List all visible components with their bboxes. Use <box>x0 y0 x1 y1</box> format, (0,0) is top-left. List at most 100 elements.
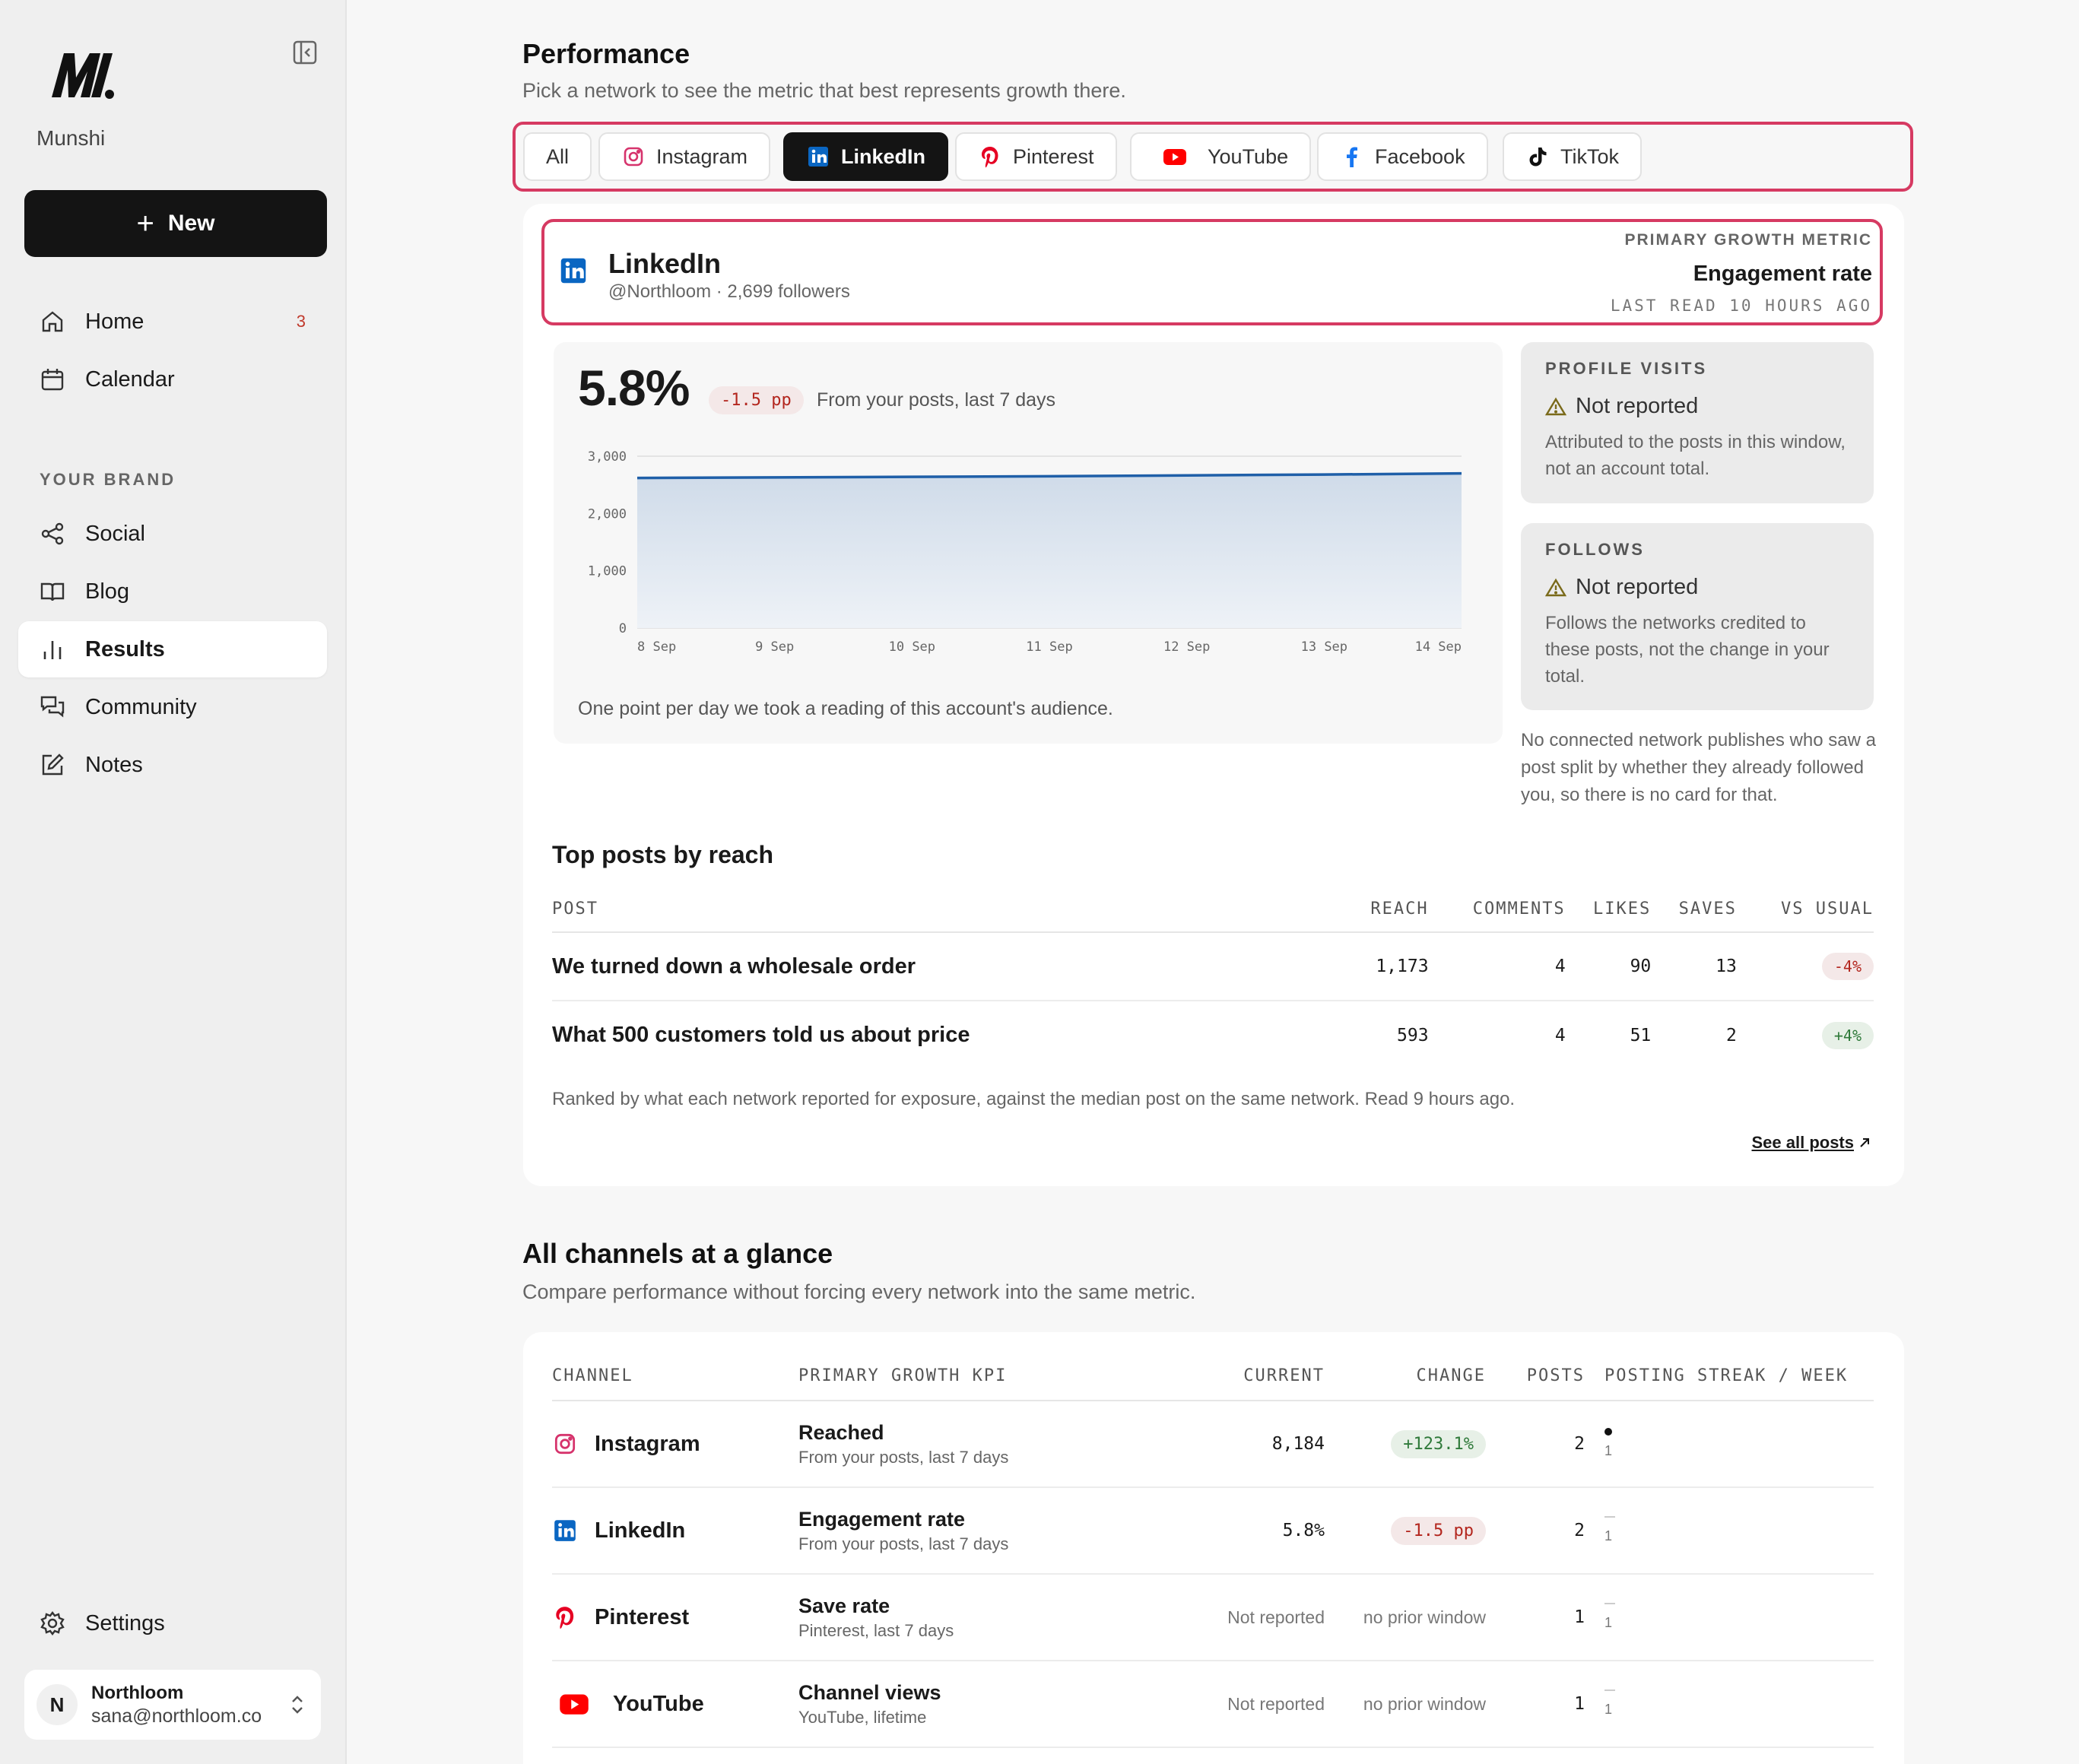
table-row[interactable]: Instagram Reached From your posts, last 7… <box>552 1401 1874 1488</box>
new-button[interactable]: + New <box>24 190 327 257</box>
tab-tiktok[interactable]: TikTok <box>1503 132 1643 181</box>
change-text: no prior window <box>1325 1574 1486 1661</box>
channel-cell[interactable]: YouTube <box>552 1689 798 1719</box>
card-title: FOLLOWS <box>1545 540 1645 559</box>
see-all-posts-link[interactable]: See all posts <box>1751 1133 1871 1153</box>
status-text: Not reported <box>1576 575 1699 599</box>
channel-cell[interactable]: Pinterest <box>552 1604 798 1630</box>
channels-subtitle: Compare performance without forcing ever… <box>522 1280 1196 1303</box>
sidebar-item-settings[interactable]: Settings <box>18 1595 327 1651</box>
change-badge: +123.1% <box>1391 1429 1486 1458</box>
sidebar-item-results[interactable]: Results <box>18 621 327 677</box>
calendar-icon <box>41 369 64 391</box>
home-icon <box>42 311 63 332</box>
y-tick-label: 1,000 <box>588 564 627 579</box>
external-arrow-icon <box>1860 1138 1869 1147</box>
account-name: Northloom <box>91 1682 184 1703</box>
sidebar-item-community[interactable]: Community <box>18 679 327 735</box>
column-header: VS USUAL <box>1736 887 1874 933</box>
kpi-subtitle: From your posts, last 7 days <box>798 1447 1009 1467</box>
reach-value: 1,173 <box>1343 932 1429 1001</box>
channel-cell[interactable]: Instagram <box>552 1431 798 1457</box>
sidebar-item-label: Results <box>85 636 165 662</box>
posts-count: 2 <box>1486 1401 1585 1488</box>
growth-area-chart: 0 1,000 2,000 3,000 8 Sep 9 Sep 10 Sep 11 Sep 12… <box>588 449 1462 655</box>
column-header: CHANGE <box>1325 1352 1486 1401</box>
x-tick-label: 8 Sep <box>637 639 676 655</box>
table-row[interactable]: Pinterest Save rate Pinterest, last 7 day… <box>552 1574 1874 1661</box>
account-switcher[interactable]: N Northloom sana@northloom.co <box>24 1670 321 1740</box>
ranking-note: Ranked by what each network reported for… <box>552 1089 1516 1109</box>
kpi-subtitle: Pinterest, last 7 days <box>798 1620 954 1640</box>
top-posts-table: POST REACH COMMENTS LIKES SAVES VS USUAL… <box>552 887 1874 1069</box>
x-tick-label: 12 Sep <box>1163 639 1210 655</box>
sidebar: Munshi + New Home 3 Calendar YOUR BRAND … <box>0 0 347 1764</box>
sidebar-item-social[interactable]: Social <box>18 506 327 562</box>
current-value: 5.8% <box>1156 1487 1325 1575</box>
current-value: Not reported <box>1156 1661 1325 1748</box>
posting-streak: 1 <box>1585 1689 1874 1718</box>
column-header: COMMENTS <box>1428 887 1566 933</box>
tab-facebook[interactable]: Facebook <box>1317 132 1488 181</box>
table-row[interactable]: We turned down a wholesale order 1,173 4… <box>552 932 1874 1001</box>
headline-value: 5.8% <box>578 360 690 416</box>
youtube-icon <box>1163 149 1186 165</box>
channel-cell[interactable]: LinkedIn <box>552 1518 798 1544</box>
saves-value: 2 <box>1725 1025 1737 1045</box>
posting-streak: 1 <box>1585 1516 1874 1545</box>
streak-dash <box>1604 1603 1615 1605</box>
sidebar-item-blog[interactable]: Blog <box>18 563 327 620</box>
tab-instagram[interactable]: Instagram <box>598 132 771 181</box>
post-title[interactable]: What 500 customers told us about price <box>552 1001 1343 1069</box>
series-area <box>637 473 1462 628</box>
sidebar-item-notes[interactable]: Notes <box>18 737 327 793</box>
tab-pinterest[interactable]: Pinterest <box>955 132 1117 181</box>
change-text: no prior window <box>1325 1661 1486 1748</box>
tab-youtube[interactable]: YouTube <box>1130 132 1312 181</box>
tab-linkedin[interactable]: LinkedIn <box>783 132 949 181</box>
share-icon <box>41 522 64 545</box>
munshi-logo[interactable] <box>47 47 117 102</box>
sidebar-item-calendar[interactable]: Calendar <box>18 351 327 408</box>
sidebar-item-home[interactable]: Home 3 <box>18 293 327 350</box>
streak-dash <box>1604 1516 1615 1518</box>
table-row[interactable]: What 500 customers told us about price 5… <box>552 1001 1874 1069</box>
posting-streak: 1 <box>1585 1603 1874 1632</box>
streak-dot <box>1604 1428 1612 1436</box>
headline-caption: From your posts, last 7 days <box>817 389 1056 411</box>
page-title: Performance <box>522 38 690 69</box>
tab-label: Pinterest <box>1013 144 1094 168</box>
kpi-subtitle: From your posts, last 7 days <box>798 1534 1009 1553</box>
posts-count: 2 <box>1486 1487 1585 1575</box>
y-tick-label: 3,000 <box>588 449 627 465</box>
card-title: PROFILE VISITS <box>1545 359 1708 378</box>
channel-name: LinkedIn <box>595 1518 686 1543</box>
tab-label: TikTok <box>1560 144 1620 168</box>
new-button-label: New <box>167 211 215 236</box>
channel-name: Pinterest <box>595 1604 690 1629</box>
bar-chart-icon <box>43 641 62 659</box>
network-name: LinkedIn <box>608 248 722 279</box>
instagram-icon <box>624 147 643 167</box>
x-tick-label: 14 Sep <box>1415 639 1462 655</box>
post-title[interactable]: We turned down a wholesale order <box>552 932 1343 1001</box>
facebook-icon <box>1347 147 1357 167</box>
top-posts-title: Top posts by reach <box>552 841 774 868</box>
comments-value: 4 <box>1428 932 1566 1001</box>
brand-name: Munshi <box>37 126 106 150</box>
table-row[interactable]: LinkedIn Engagement rate From your posts,… <box>552 1487 1874 1575</box>
table-row[interactable]: YouTube Channel views YouTube, lifetime N… <box>552 1661 1874 1748</box>
table-header: POST REACH COMMENTS LIKES SAVES VS USUAL <box>552 887 1874 933</box>
reach-value: 593 <box>1397 1025 1429 1045</box>
book-icon <box>40 582 65 601</box>
posts-count: 1 <box>1486 1661 1585 1748</box>
tab-label: Facebook <box>1375 144 1465 168</box>
avatar: N <box>37 1684 78 1725</box>
vs-usual-badge: +4% <box>1821 1021 1874 1049</box>
tab-label: Instagram <box>656 144 748 168</box>
card-description: Follows the networks credited to these p… <box>1545 613 1830 687</box>
sidebar-item-label: Settings <box>85 1610 165 1636</box>
tab-all[interactable]: All <box>523 132 592 181</box>
collapse-sidebar-icon[interactable] <box>292 40 318 65</box>
primary-metric-name: Engagement rate <box>1693 262 1872 286</box>
